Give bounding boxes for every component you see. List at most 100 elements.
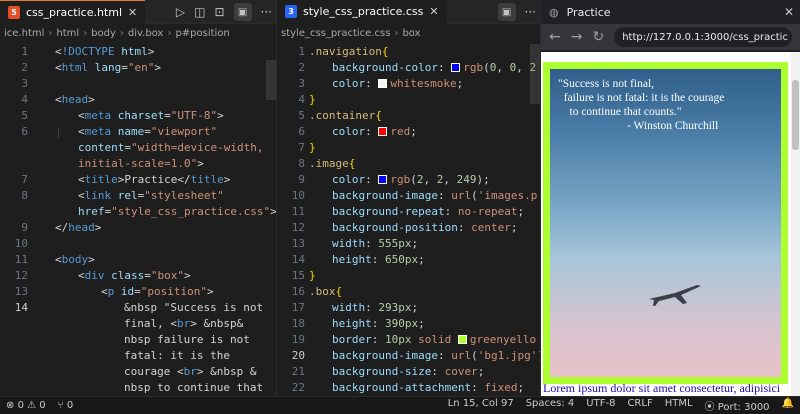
more-actions-icon[interactable]: ··· [261,5,272,19]
code-line[interactable]: 20 background-image: url('bg1.jpg') [277,348,540,364]
code-line[interactable]: 9 </head> [0,220,276,236]
more-actions-icon[interactable]: ··· [525,5,536,19]
code-line[interactable]: 5 .container{ [277,108,540,124]
code-line[interactable]: nbsp failure is not [0,332,276,348]
breadcrumb-item[interactable]: style_css_practice.css [281,28,390,39]
code-line[interactable]: 11 background-repeat: no-repeat; [277,204,540,220]
code-line[interactable]: 11 <body> [0,252,276,268]
code-line[interactable]: 2 <html lang="en"> [0,60,276,76]
code-area[interactable]: 1 <!DOCTYPE html> 2 <html lang="en"> 3 4 <head… [0,42,276,396]
code-line[interactable]: 10 [0,236,276,252]
color-swatch[interactable] [451,63,461,72]
close-icon[interactable]: ✕ [128,6,137,19]
close-icon[interactable]: ✕ [784,5,794,19]
color-swatch[interactable] [378,175,388,184]
code-line[interactable]: 19 border: 10px solid greenyello [277,332,540,348]
code-token: 'bg1.jpg' [477,349,538,362]
notifications-icon[interactable]: 🔔 [776,398,800,413]
ports-indicator[interactable]: ⑂ 0 [52,400,80,411]
lock-icon[interactable]: ▣ [497,3,516,21]
line-number: 18 [291,317,305,330]
code-line[interactable]: 7} [277,140,540,156]
code-line[interactable]: 13 <p id="position"> [0,284,276,300]
code-line[interactable]: 14 height: 650px; [277,252,540,268]
code-line[interactable]: 9 color: rgb(2, 2, 249); [277,172,540,188]
tab-css-practice-html[interactable]: 5 css_practice.html ✕ [0,0,146,24]
code-token: : [365,301,379,314]
cursor-position[interactable]: Ln 15, Col 97 [442,398,520,413]
code-token: ; [410,125,417,138]
code-token: "viewport" [150,125,218,138]
run-icon[interactable]: ▷ [176,5,185,19]
code-line[interactable]: 6 color: red; [277,124,540,140]
code-line[interactable]: fatal: it is the [0,348,276,364]
back-icon[interactable]: ← [549,29,561,45]
code-line[interactable]: final, <br> &nbsp& [0,316,276,332]
code-line[interactable]: 1 .navigation{ [277,44,540,60]
breadcrumb-item[interactable]: html [56,28,79,39]
code-line[interactable]: 12 background-position: center; [277,220,540,236]
editor-scrollbar[interactable] [266,60,276,100]
code-line[interactable]: 4 <head> [0,92,276,108]
code-line[interactable]: href="style_css_practice.css"> [0,204,276,220]
code-line[interactable]: content="width=device-width, [0,140,276,156]
code-token: : [371,333,385,346]
line-ending[interactable]: CRLF [621,398,658,413]
code-line[interactable]: 2 background-color: rgb(0, 0, 2 [277,60,540,76]
code-line[interactable]: 4} [277,92,540,108]
color-swatch[interactable] [378,127,388,136]
code-line[interactable]: 8 .image{ [277,156,540,172]
color-swatch[interactable] [457,335,467,344]
code-line[interactable]: nbsp to continue that [0,380,276,396]
close-icon[interactable]: ✕ [429,5,438,18]
breadcrumb-item[interactable]: div.box [128,28,164,39]
breadcrumb: ice.html › html › body › div.box › p#position [0,24,276,42]
line-number: 10 [291,189,305,202]
code-line[interactable]: 17 width: 293px; [277,300,540,316]
code-line[interactable]: 8 <link rel="stylesheet" [0,188,276,204]
status-bar: ⊗ 0 ⚠ 0 ⑂ 0 Ln 15, Col 97 Spaces: 4 UTF-… [0,396,800,414]
code-line[interactable]: 16 .box{ [277,284,540,300]
lock-icon[interactable]: ▣ [233,3,252,21]
code-line[interactable]: courage <br> &nbsp & [0,364,276,380]
code-line[interactable]: 22 background-attachment: fixed; [277,380,540,396]
code-line[interactable]: 6 <meta name="viewport" [0,124,276,140]
browser-preview-pane: ◍ Practice ✕ ← → ↻ http://127.0.0.1:3000… [541,0,800,396]
code-line[interactable]: 13 width: 555px; [277,236,540,252]
reload-icon[interactable]: ↻ [592,29,604,45]
code-line[interactable]: 5 <meta charset="UTF-8"> [0,108,276,124]
code-line[interactable]: 3 [0,76,276,92]
browser-scrollbar[interactable] [791,52,800,396]
code-line[interactable]: initial-scale=1.0"> [0,156,276,172]
encoding[interactable]: UTF-8 [580,398,621,413]
css-file-icon: 3 [285,5,297,18]
code-token: : [437,61,452,74]
code-line[interactable]: 21 background-size: cover; [277,364,540,380]
code-line[interactable]: 3 color: whitesmoke; [277,76,540,92]
tab-style-css-practice[interactable]: 3 style_css_practice.css ✕ [277,0,447,24]
code-line[interactable]: 7 <title>Practice</title> [0,172,276,188]
split-editor-icon[interactable]: ◫ [194,5,205,19]
code-line[interactable]: 18 height: 390px; [277,316,540,332]
code-line[interactable]: 12 <div class="box"> [0,268,276,284]
browser-tab[interactable]: ◍ Practice ✕ [541,0,800,24]
breadcrumb-item[interactable]: ice.html [4,28,44,39]
live-server-port[interactable]: ⦿ Port: 3000 [699,398,776,413]
editor-scrollbar[interactable] [530,44,540,104]
code-line[interactable]: 10 background-image: url('images.p [277,188,540,204]
indentation[interactable]: Spaces: 4 [520,398,581,413]
code-line[interactable]: 1 <!DOCTYPE html> [0,44,276,60]
problems-indicator[interactable]: ⊗ 0 ⚠ 0 [0,400,52,411]
color-swatch[interactable] [378,79,388,88]
code-area[interactable]: 1 .navigation{2 background-color: rgb(0, 0… [277,42,540,396]
preview-icon[interactable]: ⊡ [214,5,224,19]
breadcrumb-item[interactable]: body [91,28,116,39]
breadcrumb-item[interactable]: box [402,28,420,39]
forward-icon[interactable]: → [571,29,583,45]
code-line[interactable]: 15} [277,268,540,284]
address-bar[interactable]: http://127.0.0.1:3000/css_practic [614,27,792,47]
language-mode[interactable]: HTML [659,398,699,413]
code-token: : [471,381,485,394]
code-line[interactable]: 14 &nbsp "Success is not [0,300,276,316]
breadcrumb-item[interactable]: p#position [175,28,229,39]
